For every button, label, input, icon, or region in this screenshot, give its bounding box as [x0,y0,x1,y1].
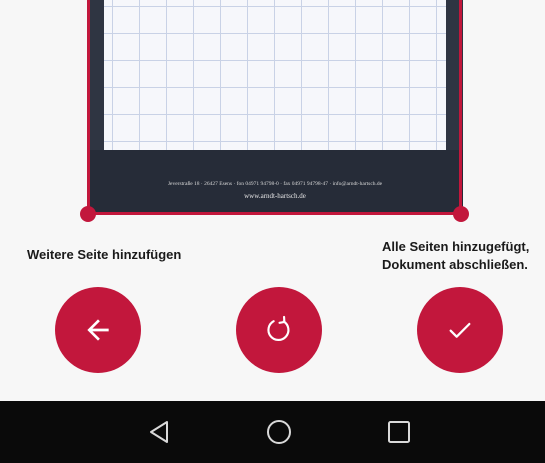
crop-frame-left-edge[interactable] [87,0,90,215]
crop-frame-right-edge[interactable] [459,0,462,215]
document-preview: Jeverstraße 18 · 26427 Esens · fon 04971… [87,0,463,216]
finish-label-line2: Dokument abschließen. [382,257,528,272]
finish-document-label: Alle Seiten hinzugefügt, Dokument abschl… [382,238,529,274]
add-page-label: Weitere Seite hinzufügen [27,247,182,262]
nav-home-button[interactable] [262,415,296,449]
document-footer-address: Jeverstraße 18 · 26427 Esens · fon 04971… [167,181,383,187]
checkmark-icon [449,322,471,338]
circle-home-icon [267,420,291,444]
rotate-button[interactable] [236,287,322,373]
crop-handle-bottom-left[interactable] [80,206,96,222]
system-navigation-bar [0,401,545,463]
square-recents-icon [388,421,410,443]
finish-document-button[interactable] [417,287,503,373]
add-page-button[interactable] [55,287,141,373]
finish-label-line1: Alle Seiten hinzugefügt, [382,239,530,254]
rotate-icon [267,315,290,342]
crop-frame-bottom-edge[interactable] [88,212,461,215]
nav-back-button[interactable] [142,415,176,449]
triangle-back-icon [150,421,168,443]
crop-handle-bottom-right[interactable] [453,206,469,222]
document-footer-website: www.arndt-hartsch.de [244,192,306,200]
nav-recents-button[interactable] [382,415,416,449]
scanned-page-image: Jeverstraße 18 · 26427 Esens · fon 04971… [87,0,463,214]
arrow-left-icon [87,319,109,341]
grid-paper [104,0,446,150]
